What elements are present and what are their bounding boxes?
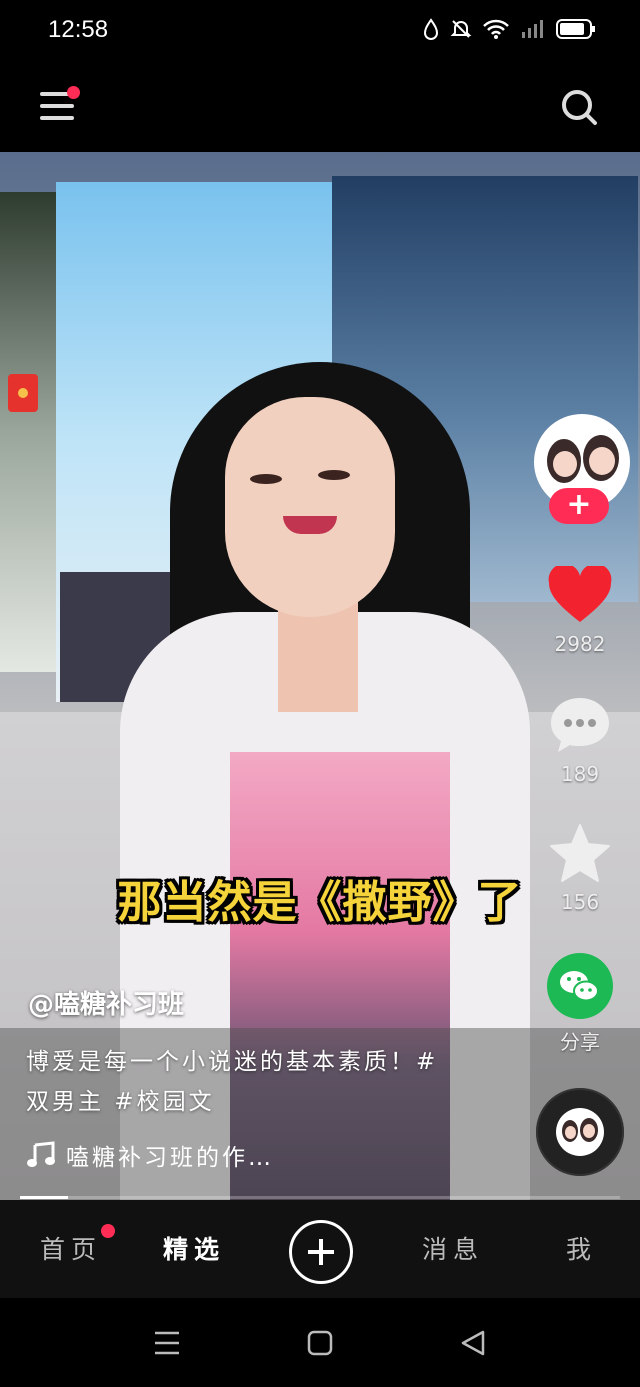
- status-bar: 12:58: [0, 0, 640, 64]
- like-action[interactable]: 2982: [540, 563, 620, 656]
- video-progress-bar[interactable]: [20, 1196, 620, 1199]
- home-notification-dot: [101, 1224, 115, 1238]
- back-icon[interactable]: [460, 1329, 486, 1357]
- video-description[interactable]: 博爱是每一个小说迷的基本素质！#双男主 #校园文: [26, 1042, 446, 1122]
- share-label: 分享: [560, 1030, 600, 1054]
- follow-button[interactable]: +: [549, 488, 609, 524]
- wifi-icon: [483, 19, 509, 39]
- notification-dot: [67, 86, 80, 99]
- like-count: 2982: [554, 632, 606, 656]
- wall-poster: [0, 192, 58, 672]
- status-time: 12:58: [48, 16, 109, 43]
- progress-fill: [20, 1196, 68, 1199]
- comment-action[interactable]: 189: [540, 694, 620, 786]
- drop-icon: [423, 18, 439, 40]
- favorite-count: 156: [560, 890, 600, 914]
- person-face: [225, 397, 395, 617]
- person-eye: [250, 474, 282, 484]
- author-name[interactable]: @嗑糖补习班: [28, 984, 184, 1021]
- heart-icon[interactable]: [547, 563, 613, 626]
- comment-count: 189: [560, 762, 600, 786]
- music-title: 嗑糖补习班的作…: [66, 1145, 274, 1171]
- comment-icon[interactable]: [548, 694, 612, 756]
- recent-apps-icon[interactable]: [153, 1330, 181, 1356]
- person-eye: [318, 470, 350, 480]
- tab-messages[interactable]: 消息: [422, 1230, 484, 1266]
- home-icon[interactable]: [307, 1330, 333, 1356]
- system-nav-bar: [0, 1298, 640, 1387]
- status-icons: [422, 18, 596, 40]
- favorite-action[interactable]: 156: [540, 822, 620, 914]
- video-player[interactable]: 那当然是《撒野》了 @嗑糖补习班 博爱是每一个小说迷的基本素质！#双男主 #校园…: [0, 152, 640, 1200]
- tab-featured[interactable]: 精选: [163, 1230, 225, 1266]
- battery-icon: [556, 19, 595, 39]
- signal-icon: [522, 20, 543, 38]
- share-action[interactable]: 分享: [540, 952, 620, 1055]
- music-disc[interactable]: [536, 1088, 624, 1176]
- star-icon[interactable]: [548, 822, 612, 884]
- music-note-icon: [27, 1141, 55, 1167]
- top-bar: [0, 64, 640, 152]
- search-icon[interactable]: [560, 88, 598, 126]
- red-packet-icon[interactable]: [8, 374, 38, 412]
- tab-home[interactable]: 首页: [40, 1230, 102, 1266]
- menu-icon[interactable]: [40, 86, 80, 124]
- create-button[interactable]: [289, 1220, 353, 1284]
- tab-me[interactable]: 我: [566, 1230, 597, 1266]
- bottom-tab-bar: 首页 精选 消息 我: [0, 1200, 640, 1298]
- wechat-icon[interactable]: [546, 952, 614, 1020]
- bell-muted-icon: [450, 20, 472, 38]
- music-disc-cover: [556, 1108, 604, 1156]
- music-info[interactable]: 嗑糖补习班的作…: [26, 1138, 274, 1172]
